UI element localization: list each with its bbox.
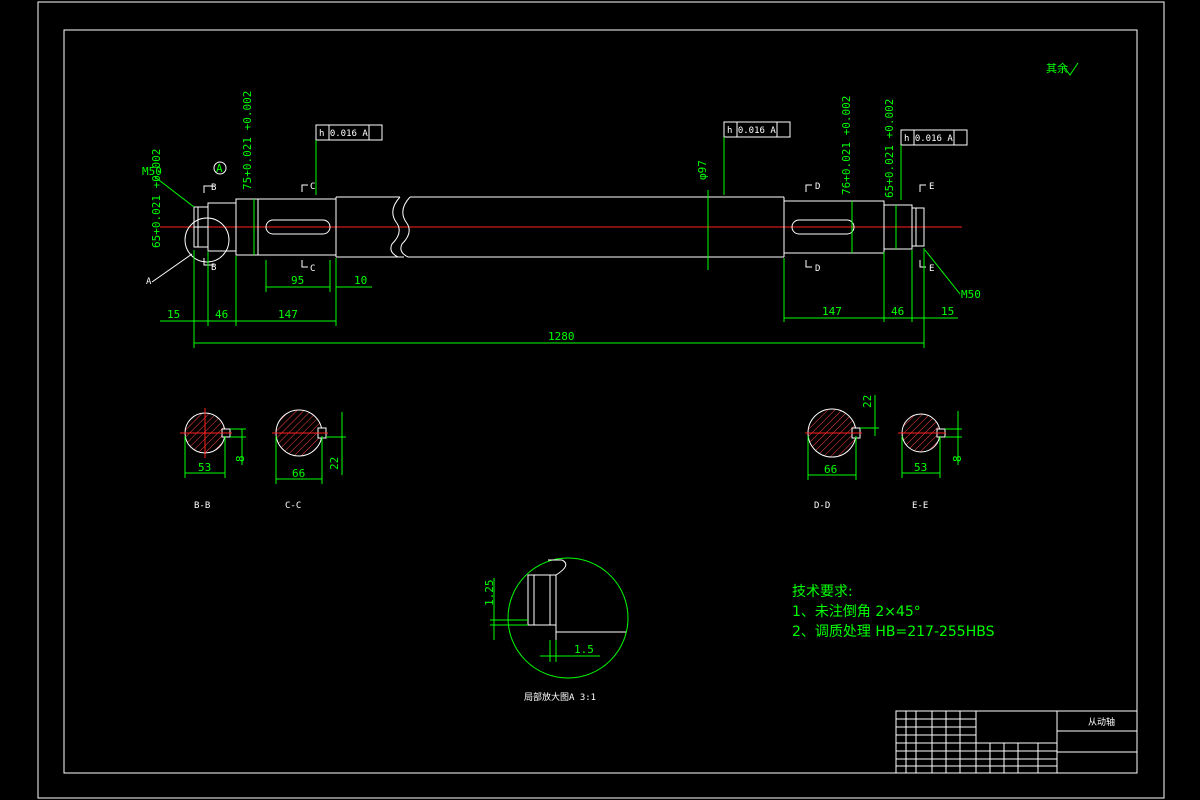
svg-text:E-E: E-E [912, 501, 928, 511]
svg-text:8: 8 [234, 455, 247, 462]
svg-text:C-C: C-C [285, 501, 301, 511]
diameter-labels: M50 M50 65+0.021 +0.002 75+0.021 +0.002 … [142, 91, 981, 301]
svg-text:75+0.021 +0.002: 75+0.021 +0.002 [241, 91, 254, 190]
svg-text:95: 95 [291, 274, 304, 287]
svg-text:65+0.021 +0.002: 65+0.021 +0.002 [883, 99, 896, 198]
section-c-c: 66 22 C-C [272, 409, 346, 511]
svg-text:65+0.021 +0.002: 65+0.021 +0.002 [150, 149, 163, 248]
svg-text:D: D [815, 264, 820, 274]
svg-text:46: 46 [215, 308, 228, 321]
title-block: 从动轴 [895, 710, 1138, 774]
svg-text:22: 22 [861, 395, 874, 408]
svg-text:147: 147 [822, 305, 842, 318]
svg-text:h 0.016 A: h 0.016 A [319, 129, 368, 139]
svg-text:B-B: B-B [194, 501, 210, 511]
tolerance-frame-middle: h 0.016 A [723, 121, 791, 195]
svg-text:15: 15 [941, 305, 954, 318]
svg-text:1280: 1280 [548, 330, 575, 343]
svg-text:66: 66 [292, 467, 305, 480]
section-e-e: 53 8 E-E [898, 411, 964, 511]
svg-text:φ97: φ97 [696, 160, 709, 180]
svg-text:D: D [815, 182, 820, 192]
detail-a-circle [184, 217, 230, 263]
svg-text:h 0.016 A: h 0.016 A [727, 126, 776, 136]
svg-text:1、未注倒角 2×45°: 1、未注倒角 2×45° [792, 604, 921, 620]
svg-text:C: C [310, 264, 315, 274]
shaft-main-view [160, 196, 962, 258]
svg-text:22: 22 [328, 457, 341, 470]
technical-requirements: 技术要求: 1、未注倒角 2×45° 2、调质处理 HB=217-255HBS [792, 584, 995, 640]
svg-text:E: E [929, 182, 934, 192]
svg-text:B: B [211, 183, 216, 193]
svg-text:147: 147 [278, 308, 298, 321]
svg-text:C: C [310, 182, 315, 192]
svg-text:76+0.021 +0.002: 76+0.021 +0.002 [840, 96, 853, 195]
svg-text:1.5: 1.5 [574, 643, 594, 656]
svg-text:46: 46 [891, 305, 904, 318]
svg-text:53: 53 [914, 461, 927, 474]
svg-text:技术要求:: 技术要求: [792, 584, 853, 600]
svg-text:1.25: 1.25 [483, 580, 496, 607]
section-b-b: 53 8 B-B [180, 408, 247, 511]
svg-text:66: 66 [824, 463, 837, 476]
drawing-canvas: 其余 A B B C C D D E E A h 0.016 A h 0.016… [37, 1, 1165, 799]
svg-text:A: A [146, 277, 152, 287]
tolerance-frame-left: h 0.016 A [315, 124, 383, 195]
part-name: 从动轴 [1088, 716, 1115, 728]
svg-text:15: 15 [167, 308, 180, 321]
inner-border [63, 29, 1138, 774]
svg-text:局部放大图A 3:1: 局部放大图A 3:1 [524, 691, 596, 703]
outer-border [37, 1, 1165, 799]
svg-text:2、调质处理 HB=217-255HBS: 2、调质处理 HB=217-255HBS [792, 624, 995, 640]
svg-text:53: 53 [198, 461, 211, 474]
svg-text:8: 8 [951, 455, 964, 462]
section-d-d: 66 22 D-D [805, 395, 879, 511]
svg-text:10: 10 [354, 274, 367, 287]
dimension-lines: 95 10 15 46 147 147 46 15 1280 [160, 248, 958, 348]
detail-view-a: 1.25 1.5 局部放大图A 3:1 [483, 557, 629, 703]
svg-text:E: E [929, 264, 934, 274]
datum-a-letter: A [216, 162, 223, 175]
svg-text:h 0.016 A: h 0.016 A [904, 134, 953, 144]
svg-text:M50: M50 [961, 288, 981, 301]
svg-text:D-D: D-D [814, 501, 830, 511]
